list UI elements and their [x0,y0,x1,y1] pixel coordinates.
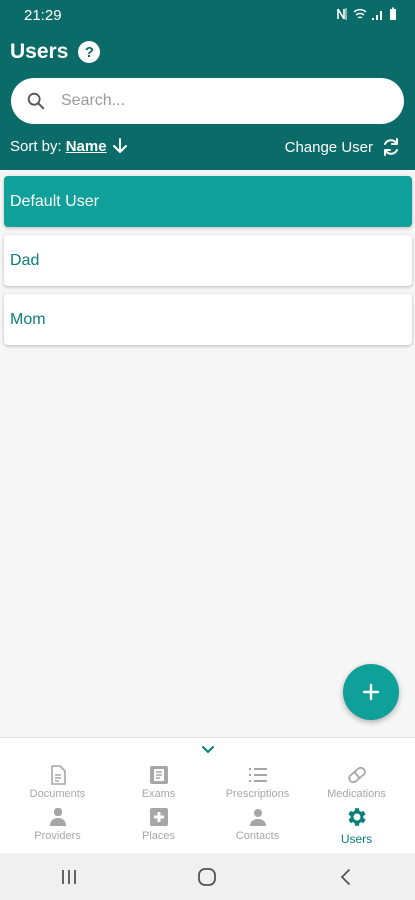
nav-label: Medications [327,788,386,800]
nav-label: Users [340,832,373,846]
user-list: Default User Dad Mom [4,176,412,353]
status-time: 21:29 [24,7,62,24]
arrow-down-icon[interactable] [111,137,129,155]
nav-label: Exams [141,788,176,800]
nfc-icon [337,8,347,20]
nav-item-documents[interactable]: Documents [6,765,109,809]
nav-item-medications[interactable]: Medications [305,765,408,809]
pill-icon [347,766,366,784]
gear-icon [347,808,366,826]
list-icon [248,768,267,782]
plus-icon [362,683,380,701]
user-item-dad[interactable]: Dad [4,235,412,286]
add-user-button[interactable] [343,664,399,720]
search-icon [27,92,45,110]
home-icon[interactable] [197,867,217,887]
back-icon[interactable] [337,868,355,886]
search-input[interactable] [61,92,361,110]
nav-item-users[interactable]: Users [305,805,408,849]
user-item-mom[interactable]: Mom [4,294,412,345]
nav-label: Places [141,830,176,842]
sort-label: Sort by: [10,137,62,155]
document-icon [50,765,66,785]
chevron-down-icon [201,745,214,753]
sort-row[interactable]: Sort by: Name [10,137,129,155]
nav-item-providers[interactable]: Providers [6,807,109,851]
nav-label: Prescriptions [225,788,290,800]
user-name: Mom [10,310,46,328]
exam-icon [149,766,168,784]
nav-label: Documents [29,788,86,800]
title-row: Users ? [10,40,101,64]
user-name: Default User [10,192,99,210]
user-item-default-user[interactable]: Default User [4,176,412,227]
user-name: Dad [10,251,40,269]
hospital-icon [149,808,168,826]
nav-label: Providers [34,830,81,842]
nav-item-contacts[interactable]: Contacts [206,807,309,851]
battery-icon [390,7,396,20]
status-icons [335,7,397,21]
change-user-label: Change User [284,138,373,156]
page-title: Users [10,40,69,63]
person-icon [249,809,266,826]
signal-icon [372,11,382,20]
nav-label: Contacts [235,830,280,842]
nav-collapse-toggle[interactable] [0,737,415,761]
header: Users ? Sort by: Name Change User [0,30,415,170]
change-user-button[interactable]: Change User [285,137,401,157]
search-bar[interactable] [11,78,404,124]
recent-apps-icon[interactable] [60,868,78,886]
android-nav-bar [0,853,415,900]
status-bar: 21:29 [0,0,415,30]
sort-value[interactable]: Name [66,138,107,155]
nav-item-places[interactable]: Places [107,807,210,851]
nav-item-prescriptions[interactable]: Prescriptions [206,765,309,809]
nav-item-exams[interactable]: Exams [107,765,210,809]
refresh-icon [384,138,398,156]
doctor-icon [49,808,66,826]
wifi-icon [353,9,367,19]
bottom-nav: Documents Exams Prescriptions Medication… [0,761,415,853]
help-icon[interactable]: ? [78,41,101,63]
